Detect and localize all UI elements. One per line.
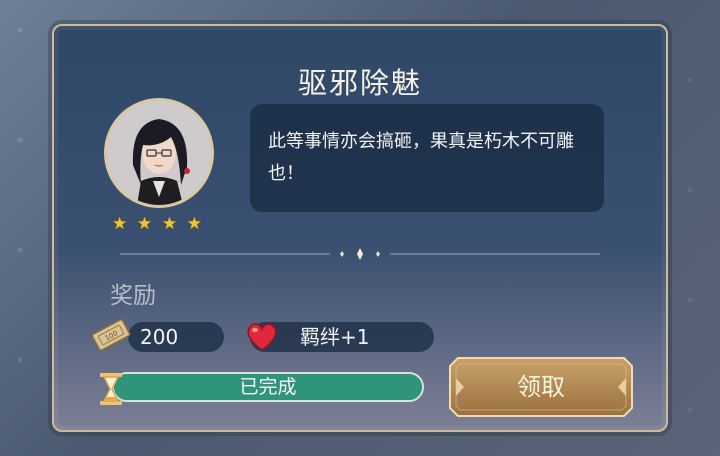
hourglass-icon [100, 373, 122, 405]
claim-label: 领取 [517, 373, 565, 401]
rewards-heading: 奖励 [110, 283, 156, 309]
claim-button[interactable]: 领取 [448, 356, 634, 418]
heart-icon [247, 323, 277, 351]
star-icon: ★ [186, 214, 202, 234]
star-rating: ★ ★ ★ ★ [112, 216, 202, 233]
star-icon: ★ [161, 214, 178, 234]
quest-panel: 驱邪除魅 ★ ★ ★ ★ 此等事情亦会搞砸，果真是朽木不可雕也！ 奖励 200 … [52, 24, 668, 432]
star-icon: ★ [136, 214, 153, 234]
progress-status: 已完成 [239, 376, 297, 398]
reward-coupon: 200 [128, 322, 224, 352]
star-icon: ★ [112, 214, 128, 234]
coupon-icon: 100 [91, 319, 131, 351]
character-portrait [104, 98, 214, 208]
dialogue-text: 此等事情亦会搞砸，果真是朽木不可雕也！ [268, 131, 574, 184]
dialogue-bubble: 此等事情亦会搞砸，果真是朽木不可雕也！ [250, 104, 604, 212]
coupon-amount: 200 [140, 325, 179, 349]
bond-amount: 羁绊+1 [300, 325, 370, 349]
task-progress-bar: 已完成 [112, 372, 424, 402]
quest-title: 驱邪除魅 [297, 66, 422, 100]
ornamental-divider [120, 248, 600, 260]
